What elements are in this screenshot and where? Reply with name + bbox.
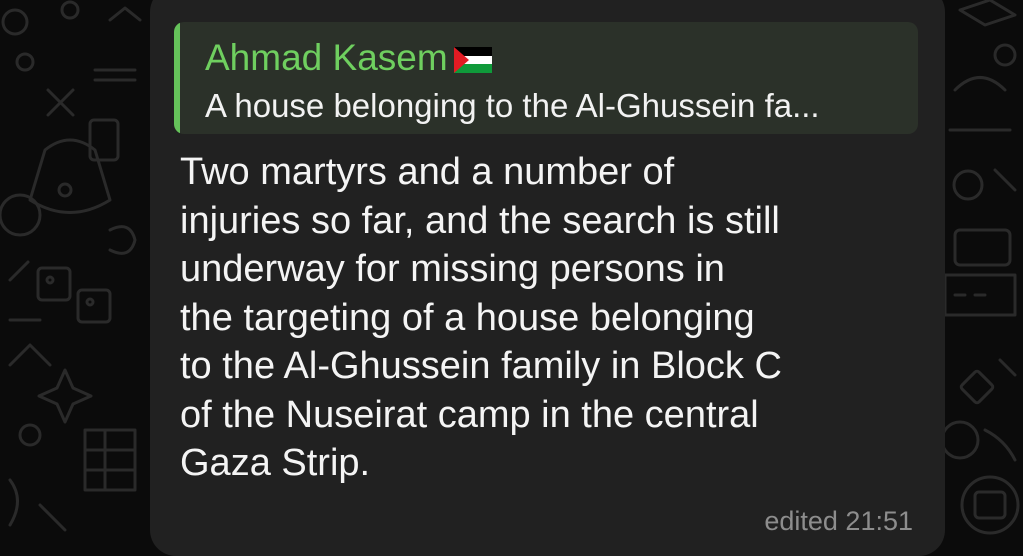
reply-quote[interactable]: Ahmad Kasem A house belonging to the Al-… [174, 22, 918, 134]
message-meta: edited 21:51 [764, 503, 913, 539]
message-time: 21:51 [845, 506, 913, 536]
reply-author-name: Ahmad Kasem [205, 37, 448, 78]
palestine-flag-icon [453, 47, 492, 73]
reply-accent-bar [174, 22, 180, 134]
reply-author: Ahmad Kasem [205, 36, 492, 80]
edited-label: edited [764, 506, 838, 536]
reply-preview-text: A house belonging to the Al-Ghussein fa.… [205, 87, 820, 124]
message-text: Two martyrs and a number of injuries so … [180, 151, 782, 484]
